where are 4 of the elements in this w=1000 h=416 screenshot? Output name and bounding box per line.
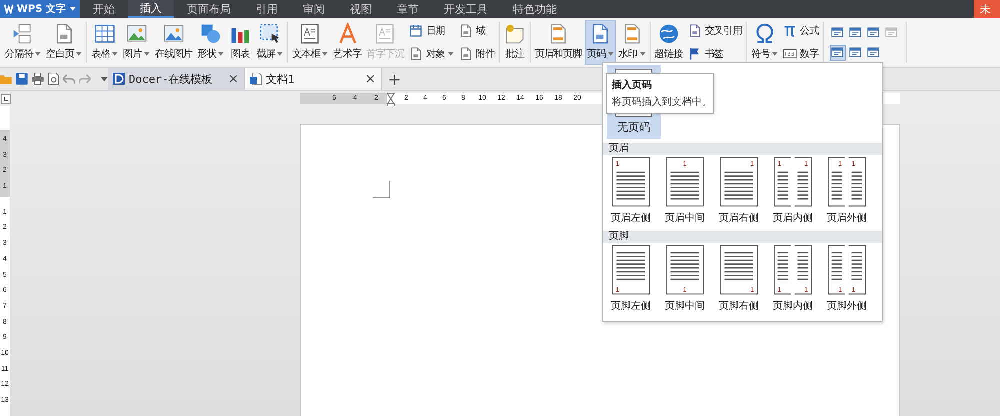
section-header: 页脚 xyxy=(603,231,882,243)
tab-title: 文档1 xyxy=(266,72,295,86)
tab-title: Docer-在线模板 xyxy=(129,72,213,86)
section-header: 页眉 xyxy=(603,143,882,155)
